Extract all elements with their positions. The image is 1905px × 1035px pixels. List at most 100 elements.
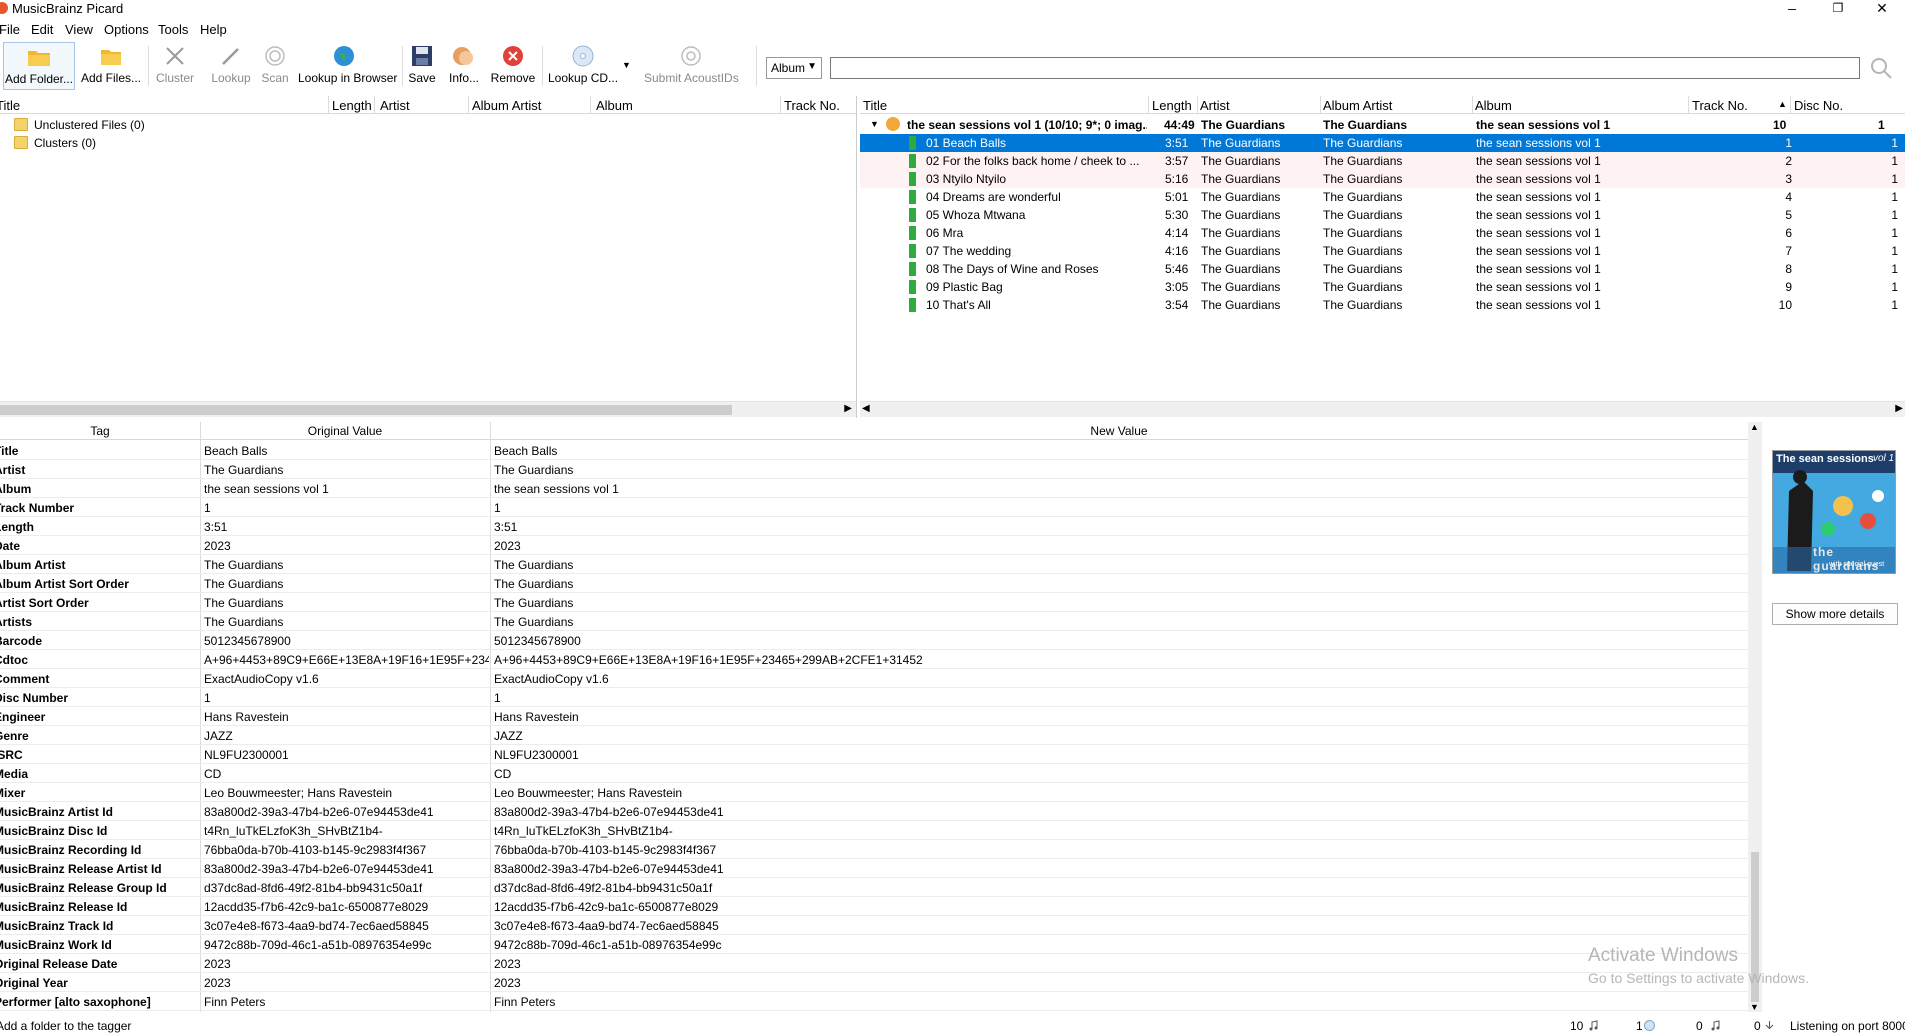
metadata-row[interactable]: Comment ExactAudioCopy v1.6 ExactAudioCopy…: [0, 669, 1748, 688]
metadata-row[interactable]: MusicBrainz Disc Id t4Rn_luTkELzfoK3h_SHv…: [0, 821, 1748, 840]
scroll-right-icon[interactable]: ▶: [1895, 403, 1903, 414]
menu-options[interactable]: Options: [104, 22, 149, 37]
metadata-row[interactable]: Album Artist Sort Order The Guardians The …: [0, 574, 1748, 593]
scroll-up-icon[interactable]: ▲: [1750, 422, 1759, 432]
metadata-row[interactable]: Original Year 2023 2023: [0, 973, 1748, 992]
track-album: the sean sessions vol 1: [1476, 172, 1601, 186]
metadata-row[interactable]: Artist The Guardians The Guardians: [0, 460, 1748, 479]
metadata-new-value: 1: [494, 691, 501, 705]
metadata-row[interactable]: Performer [alto saxophone] Finn Peters Fin…: [0, 992, 1748, 1011]
metadata-row[interactable]: Cdtoc A+96+4453+89C9+E66E+13E8A+19F16+1E9…: [0, 650, 1748, 669]
metadata-tag: Length: [0, 520, 34, 534]
col-album-artist[interactable]: Album Artist: [472, 98, 582, 113]
metadata-row[interactable]: Artist Sort Order The Guardians The Guardi…: [0, 593, 1748, 612]
cluster-button[interactable]: Cluster: [152, 42, 198, 90]
track-row[interactable]: 01 Beach Balls 3:51 The Guardians The Guard…: [860, 134, 1905, 152]
col-album[interactable]: Album: [1475, 98, 1675, 113]
lookup-cd-dropdown-icon[interactable]: ▼: [622, 60, 631, 70]
scroll-down-icon[interactable]: ▼: [1750, 1002, 1759, 1012]
toolbar-separator: [148, 46, 149, 86]
col-title[interactable]: Title: [0, 98, 316, 113]
album-row[interactable]: ▼ the sean sessions vol 1 (10/10; 9*; 0 …: [860, 116, 1905, 134]
metadata-row[interactable]: Engineer Hans Ravestein Hans Ravestein: [0, 707, 1748, 726]
metadata-row[interactable]: Artists The Guardians The Guardians: [0, 612, 1748, 631]
lookup-in-browser-button[interactable]: Lookup in Browser: [298, 42, 397, 90]
lookup-cd-button[interactable]: Lookup CD...: [548, 42, 618, 90]
metadata-row[interactable]: MusicBrainz Artist Id 83a800d2-39a3-47b4-…: [0, 802, 1748, 821]
metadata-row[interactable]: MusicBrainz Release Artist Id 83a800d2-39…: [0, 859, 1748, 878]
metadata-row[interactable]: Media CD CD: [0, 764, 1748, 783]
metadata-row[interactable]: MusicBrainz Recording Id 76bba0da-b70b-41…: [0, 840, 1748, 859]
metadata-row[interactable]: Genre JAZZ JAZZ: [0, 726, 1748, 745]
col-length[interactable]: Length: [1152, 98, 1197, 113]
metadata-tag: Date: [0, 539, 21, 553]
scrollbar-thumb[interactable]: [0, 405, 732, 415]
metadata-row[interactable]: Track Number 1 1: [0, 498, 1748, 517]
search-icon[interactable]: [1868, 55, 1894, 81]
track-title: 07 The wedding: [926, 244, 1012, 258]
track-row[interactable]: 07 The wedding 4:16 The Guardians The Guard…: [860, 242, 1905, 260]
track-row[interactable]: 08 The Days of Wine and Roses 5:46 The Gua…: [860, 260, 1905, 278]
save-button[interactable]: Save: [406, 42, 438, 90]
minimize-button[interactable]: –: [1772, 0, 1812, 18]
metadata-row[interactable]: Mixer Leo Bouwmeester; Hans Ravestein Leo …: [0, 783, 1748, 802]
menu-file[interactable]: File: [0, 22, 20, 37]
show-more-details-button[interactable]: Show more details: [1772, 603, 1898, 625]
track-row[interactable]: 06 Mra 4:14 The Guardians The Guardians the …: [860, 224, 1905, 242]
metadata-row[interactable]: MusicBrainz Work Id 9472c88b-709d-46c1-a5…: [0, 935, 1748, 954]
col-track-no[interactable]: Track No.: [784, 98, 854, 113]
metadata-vertical-scrollbar[interactable]: ▲ ▼: [1748, 422, 1762, 1012]
col-album-artist[interactable]: Album Artist: [1323, 98, 1463, 113]
col-disc-no[interactable]: Disc No.: [1794, 98, 1874, 113]
col-new-value[interactable]: New Value: [490, 424, 1748, 438]
right-horizontal-scrollbar[interactable]: ◀ ▶: [860, 401, 1905, 417]
metadata-row[interactable]: Title Beach Balls Beach Balls: [0, 441, 1748, 460]
metadata-tag: Engineer: [0, 710, 46, 724]
metadata-row[interactable]: ISRC NL9FU2300001 NL9FU2300001: [0, 745, 1748, 764]
col-track-no[interactable]: Track No.: [1692, 98, 1772, 113]
metadata-row[interactable]: Date 2023 2023: [0, 536, 1748, 555]
menu-edit[interactable]: Edit: [31, 22, 53, 37]
menu-tools[interactable]: Tools: [158, 22, 188, 37]
remove-button[interactable]: Remove: [490, 42, 536, 90]
close-button[interactable]: ✕: [1862, 0, 1902, 18]
scan-button[interactable]: Scan: [258, 42, 292, 90]
col-artist[interactable]: Artist: [1200, 98, 1310, 113]
metadata-row[interactable]: MusicBrainz Release Id 12acdd35-f7b6-42c9…: [0, 897, 1748, 916]
metadata-row[interactable]: Original Release Date 2023 2023: [0, 954, 1748, 973]
metadata-row[interactable]: Disc Number 1 1: [0, 688, 1748, 707]
submit-acoustids-button[interactable]: Submit AcoustIDs: [644, 42, 739, 90]
track-row[interactable]: 04 Dreams are wonderful 5:01 The Guardians…: [860, 188, 1905, 206]
track-row[interactable]: 03 Ntyilo Ntyilo 5:16 The Guardians The Gua…: [860, 170, 1905, 188]
restore-button[interactable]: ❐: [1818, 0, 1858, 18]
track-row[interactable]: 05 Whoza Mtwana 5:30 The Guardians The Guar…: [860, 206, 1905, 224]
col-tag[interactable]: Tag: [0, 424, 200, 438]
track-row[interactable]: 10 That's All 3:54 The Guardians The Guardi…: [860, 296, 1905, 314]
search-input[interactable]: [830, 57, 1860, 79]
add-folder-button[interactable]: Add Folder...: [3, 42, 75, 90]
metadata-row[interactable]: Barcode 5012345678900 5012345678900: [0, 631, 1748, 650]
col-artist[interactable]: Artist: [380, 98, 460, 113]
search-mode-select[interactable]: Album ▼: [766, 57, 822, 79]
lookup-button[interactable]: Lookup: [208, 42, 254, 90]
cover-art-image[interactable]: The sean sessions vol 1 the guardians wi…: [1772, 450, 1896, 574]
scroll-left-icon[interactable]: ◀: [862, 403, 870, 414]
metadata-row[interactable]: Album the sean sessions vol 1 the sean ses…: [0, 479, 1748, 498]
menu-help[interactable]: Help: [200, 22, 227, 37]
metadata-row[interactable]: Length 3:51 3:51: [0, 517, 1748, 536]
add-files-button[interactable]: Add Files...: [80, 42, 142, 90]
col-original-value[interactable]: Original Value: [200, 424, 490, 438]
menu-view[interactable]: View: [65, 22, 93, 37]
metadata-row[interactable]: MusicBrainz Release Group Id d37dc8ad-8fd…: [0, 878, 1748, 897]
track-artist: The Guardians: [1201, 172, 1281, 186]
info-button[interactable]: Info...: [446, 42, 482, 90]
expand-collapse-icon[interactable]: ▼: [870, 119, 879, 129]
track-row[interactable]: 09 Plastic Bag 3:05 The Guardians The Guard…: [860, 278, 1905, 296]
col-title[interactable]: Title: [863, 98, 1143, 113]
left-horizontal-scrollbar[interactable]: ▶: [0, 401, 856, 417]
track-row[interactable]: 02 For the folks back home / cheek to ..…: [860, 152, 1905, 170]
col-album[interactable]: Album: [596, 98, 776, 113]
metadata-row[interactable]: MusicBrainz Track Id 3c07e4e8-f673-4aa9-b…: [0, 916, 1748, 935]
scroll-right-icon[interactable]: ▶: [844, 403, 852, 414]
metadata-row[interactable]: Album Artist The Guardians The Guardians: [0, 555, 1748, 574]
